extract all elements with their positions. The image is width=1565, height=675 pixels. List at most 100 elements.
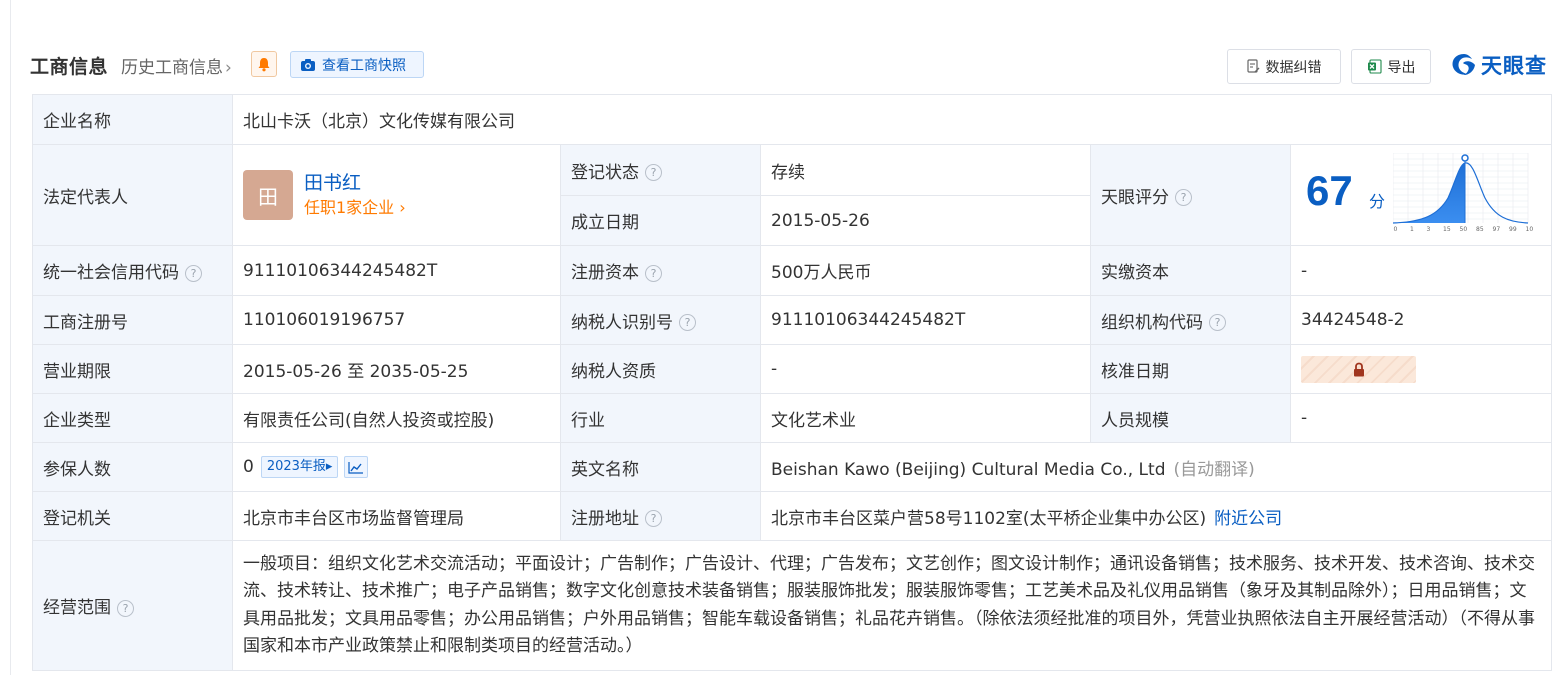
help-icon[interactable]: ? xyxy=(1209,314,1226,331)
table-row: 工商注册号 110106019196757 纳税人识别号? 9111010634… xyxy=(32,295,1553,345)
table-row: 参保人数 0 2023年报▸ 英文名称 Beishan Kawo (Beijing… xyxy=(32,442,1553,492)
auto-translate-note: (自动翻译) xyxy=(1173,459,1255,480)
approve-date-value xyxy=(1289,344,1553,394)
term-value: 2015-05-26 至 2035-05-25 xyxy=(232,344,561,394)
company-name-label: 企业名称 xyxy=(32,94,233,145)
history-info-label: 历史工商信息 xyxy=(121,58,223,78)
reg-status-label-cell: 登记状态? xyxy=(560,144,761,196)
help-icon[interactable]: ? xyxy=(645,164,662,181)
data-correction-label: 数据纠错 xyxy=(1265,59,1322,76)
score-axis-tick: 100 xyxy=(1526,226,1534,233)
company-type-value: 有限责任公司(自然人投资或控股) xyxy=(232,393,561,443)
trend-chart-button[interactable] xyxy=(344,456,369,478)
score-value: 67 xyxy=(1306,167,1353,214)
history-info-link[interactable]: 历史工商信息 › xyxy=(121,53,232,78)
address-cell: 北京市丰台区菜户营58号1102室(太平桥企业集中办公区) 附近公司 xyxy=(759,491,1553,541)
score-unit: 分 xyxy=(1369,192,1386,211)
legal-rep-positions-link[interactable]: 任职1家企业 › xyxy=(304,196,406,220)
tianyancha-logo: 天眼查 xyxy=(1450,50,1547,80)
address-label-cell: 注册地址? xyxy=(560,491,761,541)
help-icon[interactable]: ? xyxy=(1175,189,1192,206)
table-row: 营业期限 2015-05-26 至 2035-05-25 纳税人资质 - 核准日… xyxy=(32,344,1553,394)
score-axis-tick: 1 xyxy=(1410,226,1414,233)
paid-capital-value: - xyxy=(1289,245,1553,296)
address-value: 北京市丰台区菜户营58号1102室(太平桥企业集中办公区) xyxy=(771,508,1207,529)
score-label: 天眼评分 xyxy=(1101,187,1169,208)
annual-report-badge[interactable]: 2023年报▸ xyxy=(260,456,339,478)
view-snapshot-button[interactable]: 查看工商快照 xyxy=(290,51,424,78)
score-label-cell: 天眼评分? xyxy=(1090,144,1291,246)
legal-rep-name-link[interactable]: 田书红 xyxy=(304,170,406,196)
approve-date-label: 核准日期 xyxy=(1090,344,1291,394)
document-edit-icon xyxy=(1246,59,1260,74)
score-axis-tick: 97 xyxy=(1493,226,1501,233)
org-code-label-cell: 组织机构代码? xyxy=(1090,295,1291,345)
table-row: 登记机关 北京市丰台区市场监督管理局 注册地址? 北京市丰台区菜户营58号110… xyxy=(32,491,1553,541)
section-title: 工商信息 xyxy=(30,56,109,78)
english-name-cell: Beishan Kawo (Beijing) Cultural Media Co… xyxy=(759,442,1553,492)
term-label: 营业期限 xyxy=(32,344,233,394)
excel-icon xyxy=(1367,59,1382,74)
address-label: 注册地址 xyxy=(571,508,639,529)
bell-button[interactable] xyxy=(251,51,277,77)
score-axis-tick: 99 xyxy=(1509,226,1517,233)
industry-label: 行业 xyxy=(560,393,761,443)
logo-text: 天眼查 xyxy=(1481,54,1547,78)
export-button[interactable]: 导出 xyxy=(1351,49,1431,84)
taxpayer-id-label-cell: 纳税人识别号? xyxy=(560,295,761,345)
authority-value: 北京市丰台区市场监督管理局 xyxy=(232,491,561,541)
legal-rep-label: 法定代表人 xyxy=(32,144,233,246)
insured-value: 0 xyxy=(243,457,254,477)
scope-label: 经营范围 xyxy=(43,598,111,618)
score-axis-tick: 3 xyxy=(1427,226,1431,233)
locked-value-box[interactable] xyxy=(1301,355,1416,383)
help-icon[interactable]: ? xyxy=(679,314,696,331)
table-row: 企业类型 有限责任公司(自然人投资或控股) 行业 文化艺术业 人员规模 - xyxy=(32,393,1553,443)
help-icon[interactable]: ? xyxy=(645,264,662,282)
taxpayer-qual-value: - xyxy=(760,344,1091,394)
score-axis-tick: 85 xyxy=(1476,226,1484,233)
reg-capital-label-cell: 注册资本? xyxy=(560,245,761,296)
lock-icon xyxy=(1353,362,1364,376)
credit-code-label-cell: 统一社会信用代码? xyxy=(32,245,233,296)
chevron-right-icon: › xyxy=(394,198,406,217)
help-icon[interactable]: ? xyxy=(645,510,662,527)
legal-rep-cell: 田 田书红 任职1家企业 › xyxy=(232,144,561,246)
score-axis-tick: 0 xyxy=(1394,226,1398,233)
reg-capital-value: 500万人民币 xyxy=(760,245,1091,296)
bell-icon xyxy=(258,57,270,71)
nearby-companies-link[interactable]: 附近公司 xyxy=(1214,509,1282,529)
scope-label-cell: 经营范围? xyxy=(32,540,233,671)
found-date-label: 成立日期 xyxy=(560,195,761,246)
reg-status-value: 存续 xyxy=(760,144,1091,196)
reg-status-label: 登记状态 xyxy=(571,162,639,183)
scope-value: 一般项目：组织文化艺术交流活动；平面设计；广告制作；广告设计、代理；广告发布；文… xyxy=(231,540,1553,671)
help-icon[interactable]: ? xyxy=(117,599,134,617)
biz-reg-no-label: 工商注册号 xyxy=(32,295,233,345)
paid-capital-label: 实缴资本 xyxy=(1090,245,1291,296)
authority-label: 登记机关 xyxy=(32,491,233,541)
view-snapshot-label: 查看工商快照 xyxy=(322,57,406,74)
chevron-right-icon: › xyxy=(225,58,232,78)
table-row: 法定代表人 田 田书红 任职1家企业 › 登记状态? 存续 天眼评分? 67 分 xyxy=(32,144,1553,246)
camera-icon xyxy=(300,58,316,72)
score-distribution-chart: 0 1 3 15 50 85 97 99 100 xyxy=(1393,153,1534,233)
score-axis-tick: 50 xyxy=(1460,226,1468,233)
help-icon[interactable]: ? xyxy=(185,264,202,282)
company-name-value: 北山卡沃（北京）文化传媒有限公司 xyxy=(231,94,1553,145)
section-header: 工商信息 历史工商信息 › 查看工商快照 数据纠错 导出 天眼查 xyxy=(30,46,1555,84)
score-cell[interactable]: 67 分 0 1 3 15 50 85 97 99 10 xyxy=(1289,144,1553,246)
caret-right-icon: ▸ xyxy=(325,459,333,474)
logo-swirl-icon xyxy=(1452,54,1475,75)
annual-report-label: 2023年报 xyxy=(266,459,326,474)
table-row: 统一社会信用代码? 91110106344245482T 注册资本? 500万人… xyxy=(32,245,1553,296)
english-name-label: 英文名称 xyxy=(560,442,761,492)
org-code-value: 34424548-2 xyxy=(1289,295,1553,345)
found-date-value: 2015-05-26 xyxy=(760,195,1091,246)
data-correction-button[interactable]: 数据纠错 xyxy=(1227,49,1341,84)
legal-rep-positions-label: 任职1家企业 xyxy=(304,198,395,217)
credit-code-label: 统一社会信用代码 xyxy=(43,263,179,283)
biz-reg-no-value: 110106019196757 xyxy=(232,295,561,345)
company-type-label: 企业类型 xyxy=(32,393,233,443)
avatar[interactable]: 田 xyxy=(243,170,293,220)
